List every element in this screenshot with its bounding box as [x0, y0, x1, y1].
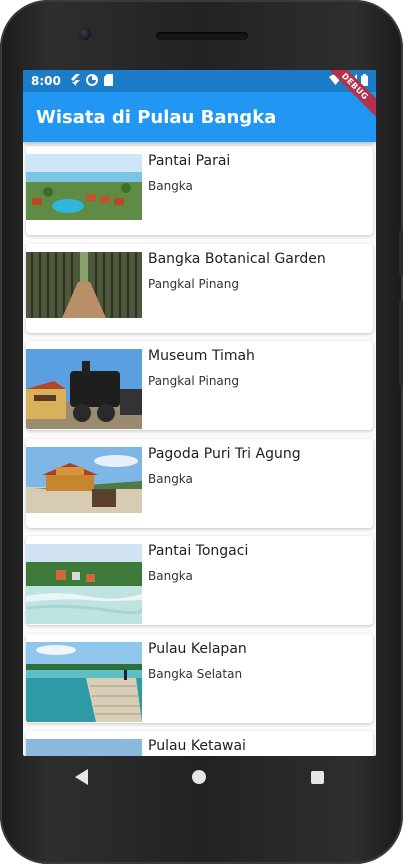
place-image [26, 154, 142, 220]
power-button [399, 300, 403, 386]
places-list[interactable]: Pantai Parai Bangka Bangka Botanical Gar… [23, 142, 376, 756]
place-name: Bangka Botanical Garden [148, 250, 326, 267]
place-image [26, 544, 142, 624]
place-location: Pangkal Pinang [148, 276, 240, 291]
sd-card-icon [103, 73, 113, 89]
place-location: Bangka [148, 179, 193, 193]
place-location: Bangka [148, 471, 193, 486]
place-name: Pulau Kelapan [148, 640, 247, 657]
volume-button [399, 230, 403, 276]
place-image [26, 739, 142, 756]
place-image [26, 641, 142, 722]
system-nav-bar [23, 756, 376, 798]
earpiece-speaker [156, 32, 248, 40]
page-title: Wisata di Pulau Bangka [36, 106, 277, 128]
place-card[interactable]: Pulau Ketawai [26, 731, 373, 756]
place-location: Bangka [148, 569, 193, 583]
place-card[interactable]: Museum Timah Pangkal Pinang [26, 341, 373, 430]
place-name: Pantai Parai [148, 153, 231, 169]
place-name: Pantai Tongaci [148, 543, 249, 559]
status-time: 8:00 [31, 74, 61, 88]
place-location: Bangka Selatan [148, 666, 243, 681]
place-image [26, 251, 142, 318]
place-location: Pangkal Pinang [148, 374, 240, 388]
place-card[interactable]: Pantai Parai Bangka [26, 146, 373, 235]
recents-icon[interactable] [305, 765, 329, 789]
home-icon[interactable] [187, 765, 211, 789]
place-name: Pagoda Puri Tri Agung [148, 445, 301, 462]
place-card[interactable]: Bangka Botanical Garden Pangkal Pinang [26, 243, 373, 333]
place-name: Pulau Ketawai [148, 738, 246, 754]
phone-frame: 8:00 DEBUG Wisata di Pulau Bangka Pantai… [0, 0, 403, 864]
app-bar: Wisata di Pulau Bangka [23, 92, 376, 142]
back-icon[interactable] [70, 765, 94, 789]
place-image [26, 446, 142, 513]
place-card[interactable]: Pantai Tongaci Bangka [26, 536, 373, 625]
data-saver-icon [85, 73, 98, 89]
place-image [26, 349, 142, 429]
place-card[interactable]: Pagoda Puri Tri Agung Bangka [26, 438, 373, 528]
status-bar: 8:00 DEBUG [23, 70, 376, 122]
screen: 8:00 DEBUG Wisata di Pulau Bangka Pantai… [23, 70, 376, 756]
place-card[interactable]: Pulau Kelapan Bangka Selatan [26, 633, 373, 723]
flutter-icon [70, 73, 80, 89]
place-name: Museum Timah [148, 348, 255, 364]
front-camera [79, 28, 91, 40]
